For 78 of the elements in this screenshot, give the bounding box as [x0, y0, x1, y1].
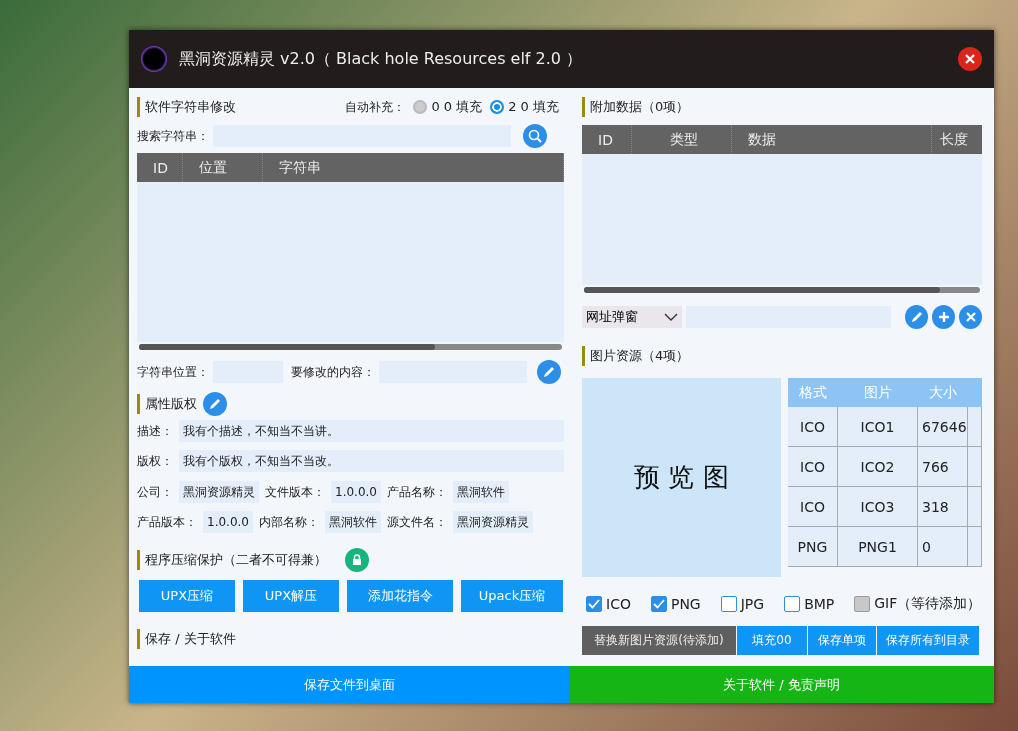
close-icon [964, 53, 976, 65]
column-header: 格式 [788, 378, 838, 407]
scrollbar[interactable] [584, 287, 980, 293]
table-cell [968, 407, 982, 447]
field-value[interactable]: 黑洞软件 [325, 511, 381, 533]
search-label: 搜索字符串： [137, 127, 209, 145]
edit-button[interactable] [905, 305, 929, 329]
field-label: 内部名称： [259, 513, 319, 531]
field-label: 产品名称： [387, 483, 447, 501]
field-value[interactable]: 1.0.0.0 [331, 481, 381, 503]
radio-option[interactable]: 0 0 填充 [413, 98, 483, 116]
section-heading: 程序压缩保护（二者不可得兼） [145, 551, 327, 569]
search-button[interactable] [523, 124, 547, 148]
table-cell: 318 [918, 487, 968, 527]
section-heading: 软件字符串修改 [145, 98, 236, 116]
table-cell: PNG1 [838, 527, 918, 567]
edit-button[interactable] [203, 392, 227, 416]
table-cell [968, 487, 982, 527]
ring-logo-icon [141, 46, 167, 72]
pencil-icon [208, 397, 222, 411]
field-label: 文件版本： [265, 483, 325, 501]
chevron-down-icon [663, 313, 678, 321]
check-icon [588, 599, 600, 609]
table-cell: ICO3 [838, 487, 918, 527]
position-label: 字符串位置： [137, 363, 209, 381]
table-cell: ICO [788, 487, 838, 527]
add-button[interactable] [932, 305, 955, 329]
field-value[interactable]: 黑洞资源精灵 [179, 481, 259, 503]
format-checkbox[interactable]: PNG [650, 596, 701, 612]
edit-button[interactable] [537, 360, 561, 384]
auto-fill-label: 自动补充： [345, 98, 406, 116]
field-label: 产品版本： [137, 513, 197, 531]
format-checkbox[interactable]: ICO [586, 596, 631, 612]
search-icon [528, 129, 542, 143]
radio-option[interactable]: 2 0 填充 [490, 98, 559, 116]
field-value[interactable]: 我有个描述，不知当不当讲。 [179, 420, 564, 442]
table-cell: ICO [788, 447, 838, 487]
field-label: 描述： [137, 422, 173, 440]
table-cell: ICO2 [838, 447, 918, 487]
table-cell: ICO [788, 407, 838, 447]
field-value[interactable]: 黑洞软件 [453, 481, 509, 503]
table-cell: 67646 [918, 407, 968, 447]
format-checkbox[interactable]: JPG [720, 596, 765, 612]
table-cell [968, 527, 982, 567]
field-label: 版权： [137, 452, 173, 470]
field-value[interactable]: 1.0.0.0 [203, 511, 253, 533]
pencil-icon [542, 365, 556, 379]
table-cell: 766 [918, 447, 968, 487]
preview-panel: 预 览 图 [582, 378, 781, 577]
close-icon [963, 310, 978, 324]
table-cell [968, 447, 982, 487]
field-value[interactable]: 我有个版权，不知当不当改。 [179, 450, 564, 472]
column-header: 长度 [939, 129, 969, 149]
plus-icon [936, 310, 951, 324]
table-cell: ICO1 [838, 407, 918, 447]
field-label: 公司： [137, 483, 173, 501]
format-checkbox[interactable]: BMP [784, 596, 835, 612]
type-dropdown[interactable]: 网址弹窗 [582, 306, 682, 328]
close-button[interactable] [958, 47, 982, 71]
content-label: 要修改的内容： [291, 363, 375, 381]
section-heading: 属性版权 [145, 395, 197, 413]
field-value[interactable]: 黑洞资源精灵 [453, 511, 533, 533]
table-cell: 0 [918, 527, 968, 567]
column-header: 大小 [918, 378, 968, 407]
section-heading: 附加数据（0项） [590, 98, 690, 116]
window-title: 黑洞资源精灵 v2.0（ Black hole Resources elf 2.0 ） [179, 48, 584, 70]
pencil-icon [909, 310, 924, 324]
delete-button[interactable] [959, 305, 982, 329]
scrollbar[interactable] [139, 344, 562, 350]
lock-icon [350, 553, 364, 567]
lock-button[interactable] [345, 548, 369, 572]
column-header: 图片 [838, 378, 918, 407]
check-icon [652, 599, 665, 609]
table-cell: PNG [788, 527, 838, 567]
section-heading: 图片资源（4项） [590, 347, 690, 365]
field-label: 源文件名： [387, 513, 447, 531]
table-header-filler [968, 378, 982, 407]
section-heading: 保存 / 关于软件 [145, 630, 236, 648]
